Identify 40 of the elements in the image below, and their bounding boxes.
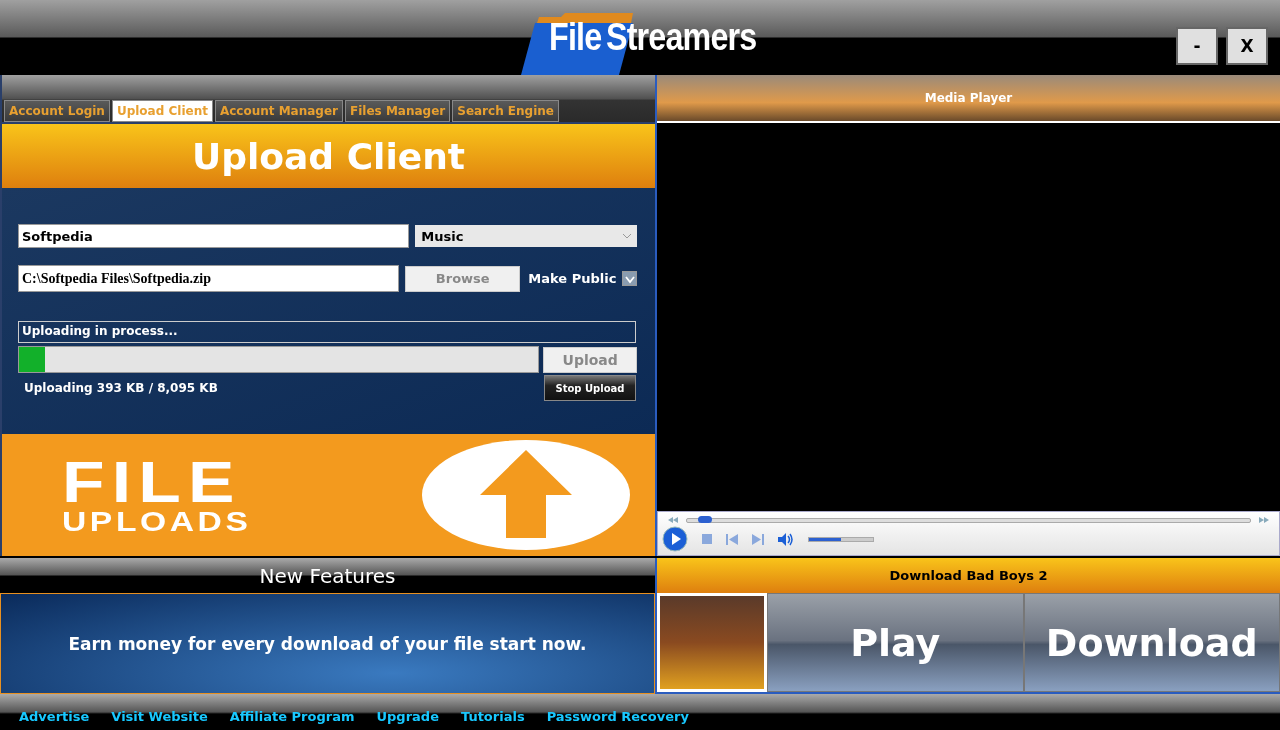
chevron-icon [623,233,631,239]
speaker-icon[interactable] [778,532,794,546]
download-button[interactable]: Download [1023,593,1280,692]
banner-text: UPLOADS [62,508,252,534]
footer-link[interactable]: Advertise [19,708,90,724]
next-icon[interactable] [752,533,764,545]
footer-link[interactable]: Affiliate Program [229,708,355,724]
make-public-label: Make Public [528,271,617,286]
name-field[interactable]: Softpedia [18,224,410,248]
category-dropdown[interactable]: Music [415,225,637,247]
tab[interactable]: Search Engine [452,100,559,122]
logo-text: Streamers [606,16,757,59]
footer-link[interactable]: Visit Website [111,708,208,724]
progress-text: Uploading 393 KB / 8,095 KB [24,381,218,395]
footer-link[interactable]: Tutorials [460,708,525,724]
close-button[interactable]: X [1226,27,1268,65]
fast-forward-icon[interactable] [1259,517,1269,523]
previous-icon[interactable] [726,533,738,545]
rewind-icon[interactable] [668,517,678,523]
volume-fill[interactable] [809,537,841,541]
section-title: Download Bad Boys 2 [889,568,1048,583]
status-text: Uploading in process... [18,321,636,343]
tab[interactable]: Account Login [4,100,110,122]
promo-text: Earn money for every download of your file start now. [68,633,587,654]
logo-text: File [548,16,602,59]
panel-title: Media Player [924,91,1013,105]
file-path-field[interactable]: C:\Softpedia Files\Softpedia.zip [18,265,400,292]
checkbox[interactable] [622,271,637,286]
tab[interactable]: Files Manager [345,100,451,122]
footer-link[interactable]: Password Recovery [546,708,689,724]
section-title: New Features [259,563,396,588]
banner-text: FILE [62,456,242,509]
tab[interactable]: Account Manager [214,100,343,122]
minimize-button[interactable]: - [1176,27,1218,65]
play-button[interactable]: Play [767,593,1024,692]
play-icon[interactable] [662,526,688,552]
stop-upload-button[interactable]: Stop Upload [544,375,636,401]
footer-link[interactable]: Upgrade [376,708,439,724]
panel-title: Upload Client [192,135,465,177]
seek-thumb[interactable] [698,515,713,523]
